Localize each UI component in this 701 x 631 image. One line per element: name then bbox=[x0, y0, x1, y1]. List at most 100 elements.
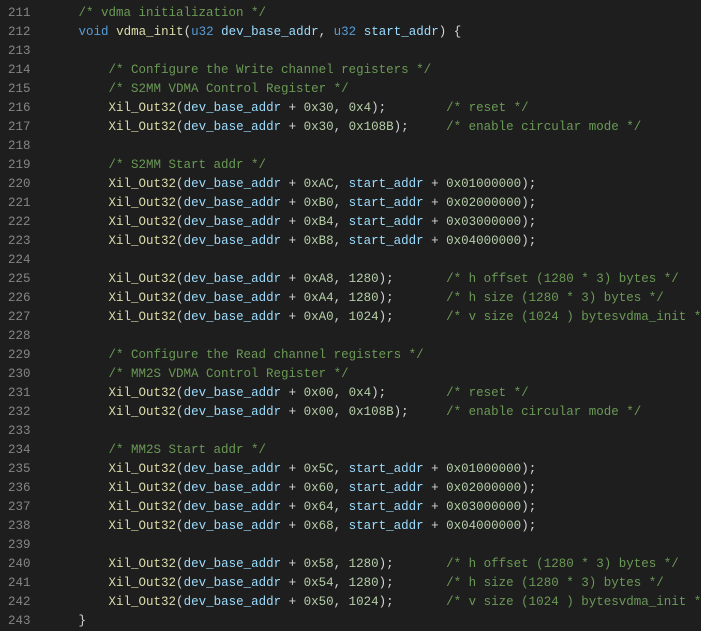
token bbox=[49, 595, 109, 609]
token: vdma_init bbox=[116, 25, 184, 39]
code-line[interactable]: /* vdma initialization */ bbox=[49, 4, 701, 23]
token: ( bbox=[176, 595, 184, 609]
token: ); bbox=[379, 557, 447, 571]
token: ( bbox=[176, 481, 184, 495]
token: dev_base_addr bbox=[184, 481, 282, 495]
code-line[interactable]: Xil_Out32(dev_base_addr + 0x30, 0x108B);… bbox=[49, 118, 701, 137]
token: start_addr bbox=[349, 462, 424, 476]
token: Xil_Out32 bbox=[109, 196, 177, 210]
code-line[interactable] bbox=[49, 42, 701, 61]
token: start_addr bbox=[349, 519, 424, 533]
line-number: 218 bbox=[8, 137, 31, 156]
code-editor[interactable]: 2112122132142152162172182192202212222232… bbox=[0, 0, 701, 631]
code-line[interactable]: Xil_Out32(dev_base_addr + 0x64, start_ad… bbox=[49, 498, 701, 517]
token: dev_base_addr bbox=[184, 386, 282, 400]
token bbox=[49, 6, 79, 20]
token: ( bbox=[176, 234, 184, 248]
code-line[interactable]: Xil_Out32(dev_base_addr + 0xA4, 1280); /… bbox=[49, 289, 701, 308]
code-line[interactable]: Xil_Out32(dev_base_addr + 0xAC, start_ad… bbox=[49, 175, 701, 194]
line-number: 243 bbox=[8, 612, 31, 631]
code-line[interactable]: Xil_Out32(dev_base_addr + 0x60, start_ad… bbox=[49, 479, 701, 498]
code-line[interactable]: /* Configure the Write channel registers… bbox=[49, 61, 701, 80]
code-line[interactable]: Xil_Out32(dev_base_addr + 0x00, 0x4); /*… bbox=[49, 384, 701, 403]
token bbox=[49, 272, 109, 286]
token bbox=[49, 405, 109, 419]
token: + bbox=[281, 481, 304, 495]
token: dev_base_addr bbox=[184, 291, 282, 305]
code-line[interactable]: void vdma_init(u32 dev_base_addr, u32 st… bbox=[49, 23, 701, 42]
token: start_addr bbox=[349, 196, 424, 210]
token: 0x108B bbox=[349, 405, 394, 419]
token: u32 bbox=[334, 25, 357, 39]
token bbox=[49, 234, 109, 248]
token: dev_base_addr bbox=[221, 25, 319, 39]
code-area[interactable]: /* vdma initialization */ void vdma_init… bbox=[49, 0, 701, 631]
code-line[interactable] bbox=[49, 536, 701, 555]
line-number: 242 bbox=[8, 593, 31, 612]
code-line[interactable] bbox=[49, 251, 701, 270]
line-number: 239 bbox=[8, 536, 31, 555]
code-line[interactable]: Xil_Out32(dev_base_addr + 0xB8, start_ad… bbox=[49, 232, 701, 251]
token: + bbox=[281, 291, 304, 305]
code-line[interactable]: Xil_Out32(dev_base_addr + 0x30, 0x4); /*… bbox=[49, 99, 701, 118]
token: 0x01000000 bbox=[446, 462, 521, 476]
token: Xil_Out32 bbox=[109, 386, 177, 400]
token: ); bbox=[379, 272, 447, 286]
code-line[interactable]: /* S2MM Start addr */ bbox=[49, 156, 701, 175]
code-line[interactable] bbox=[49, 327, 701, 346]
token: dev_base_addr bbox=[184, 595, 282, 609]
token: 0x60 bbox=[304, 481, 334, 495]
token: + bbox=[281, 519, 304, 533]
code-line[interactable]: Xil_Out32(dev_base_addr + 0x5C, start_ad… bbox=[49, 460, 701, 479]
code-line[interactable]: Xil_Out32(dev_base_addr + 0x54, 1280); /… bbox=[49, 574, 701, 593]
token: 0x04000000 bbox=[446, 519, 521, 533]
token: 0x04000000 bbox=[446, 234, 521, 248]
line-number: 222 bbox=[8, 213, 31, 232]
code-line[interactable]: Xil_Out32(dev_base_addr + 0xB4, start_ad… bbox=[49, 213, 701, 232]
token bbox=[356, 25, 364, 39]
token: , bbox=[334, 519, 349, 533]
token: ); bbox=[371, 386, 446, 400]
token: /* h size (1280 * 3) bytes */ bbox=[446, 576, 664, 590]
code-line[interactable]: Xil_Out32(dev_base_addr + 0x50, 1024); /… bbox=[49, 593, 701, 612]
token bbox=[49, 481, 109, 495]
token bbox=[49, 177, 109, 191]
code-line[interactable]: /* S2MM VDMA Control Register */ bbox=[49, 80, 701, 99]
line-number: 211 bbox=[8, 4, 31, 23]
code-line[interactable]: /* MM2S VDMA Control Register */ bbox=[49, 365, 701, 384]
token: + bbox=[281, 500, 304, 514]
code-line[interactable]: } bbox=[49, 612, 701, 631]
token: start_addr bbox=[349, 481, 424, 495]
code-line[interactable]: Xil_Out32(dev_base_addr + 0x68, start_ad… bbox=[49, 517, 701, 536]
token: u32 bbox=[191, 25, 214, 39]
code-line[interactable]: Xil_Out32(dev_base_addr + 0x00, 0x108B);… bbox=[49, 403, 701, 422]
code-line[interactable]: /* MM2S Start addr */ bbox=[49, 441, 701, 460]
token: + bbox=[281, 120, 304, 134]
token bbox=[49, 443, 109, 457]
token: + bbox=[281, 595, 304, 609]
token bbox=[49, 101, 109, 115]
token: 0xB4 bbox=[304, 215, 334, 229]
token: , bbox=[334, 595, 349, 609]
token: dev_base_addr bbox=[184, 272, 282, 286]
token: 0x108B bbox=[349, 120, 394, 134]
token: 0xAC bbox=[304, 177, 334, 191]
code-line[interactable]: Xil_Out32(dev_base_addr + 0xB0, start_ad… bbox=[49, 194, 701, 213]
token: Xil_Out32 bbox=[109, 481, 177, 495]
token: + bbox=[281, 234, 304, 248]
token: , bbox=[334, 196, 349, 210]
code-line[interactable] bbox=[49, 422, 701, 441]
token: + bbox=[281, 101, 304, 115]
token bbox=[49, 158, 109, 172]
token bbox=[49, 196, 109, 210]
token: /* h size (1280 * 3) bytes */ bbox=[446, 291, 664, 305]
code-line[interactable]: Xil_Out32(dev_base_addr + 0xA0, 1024); /… bbox=[49, 308, 701, 327]
code-line[interactable]: Xil_Out32(dev_base_addr + 0x58, 1280); /… bbox=[49, 555, 701, 574]
token: /* h offset (1280 * 3) bytes */ bbox=[446, 557, 679, 571]
token: /* S2MM VDMA Control Register */ bbox=[109, 82, 349, 96]
token: , bbox=[334, 386, 349, 400]
code-line[interactable]: Xil_Out32(dev_base_addr + 0xA8, 1280); /… bbox=[49, 270, 701, 289]
code-line[interactable] bbox=[49, 137, 701, 156]
line-number: 227 bbox=[8, 308, 31, 327]
code-line[interactable]: /* Configure the Read channel registers … bbox=[49, 346, 701, 365]
